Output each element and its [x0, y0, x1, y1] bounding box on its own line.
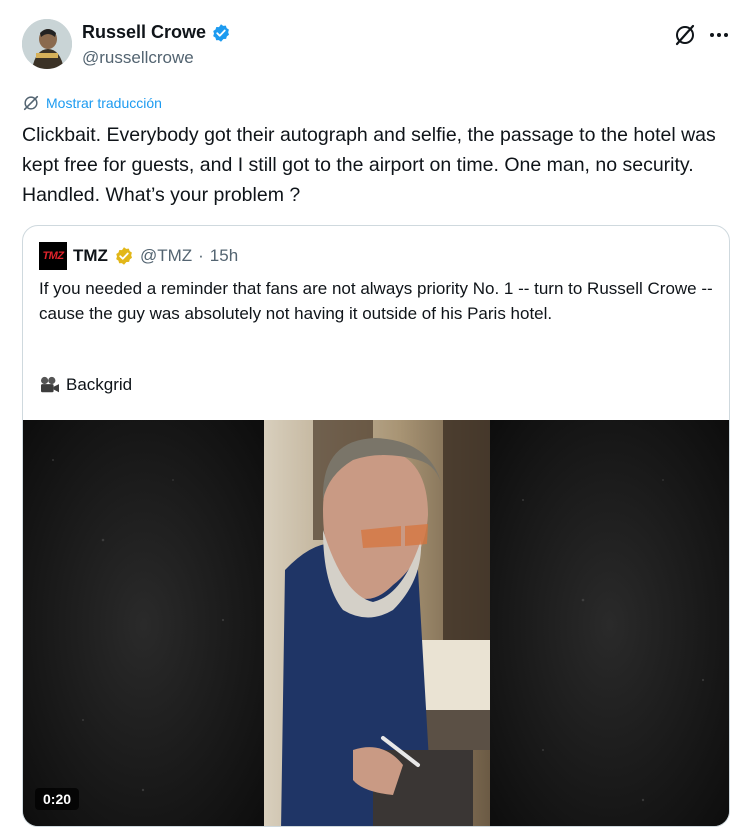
tmz-avatar[interactable]: TMZ: [39, 242, 67, 270]
quoted-tweet[interactable]: TMZ TMZ @TMZ · 15h If you needed a remin…: [22, 225, 730, 827]
avatar-image: [22, 19, 72, 69]
gold-verified-badge-icon: [116, 247, 132, 265]
quoted-tweet-time[interactable]: 15h: [210, 246, 238, 266]
video-thumbnail: [23, 420, 729, 826]
quoted-author-name[interactable]: TMZ: [73, 246, 108, 266]
photo-credit: Backgrid: [39, 375, 132, 395]
meta-separator: ·: [198, 246, 204, 265]
photo-credit-label: Backgrid: [66, 375, 133, 394]
video-player[interactable]: 0:20: [23, 420, 729, 826]
author-name[interactable]: Russell Crowe: [82, 22, 206, 43]
quoted-tweet-text: If you needed a reminder that fans are n…: [39, 279, 713, 323]
show-translation-link[interactable]: Mostrar traducción: [22, 94, 162, 112]
tweet-text: Clickbait. Everybody got their autograph…: [22, 124, 716, 206]
show-translation-label: Mostrar traducción: [46, 95, 162, 111]
quoted-author-handle[interactable]: @TMZ: [140, 246, 192, 266]
verified-badge-icon: [213, 23, 230, 42]
grok-icon[interactable]: [672, 22, 698, 48]
author-avatar[interactable]: [22, 19, 72, 69]
grok-translate-icon: [23, 95, 39, 111]
author-name-row: Russell Crowe: [82, 22, 231, 43]
author-handle[interactable]: @russellcrowe: [82, 48, 194, 68]
more-icon[interactable]: [707, 23, 731, 47]
movie-camera-icon: [41, 376, 59, 393]
quoted-tweet-header: TMZ TMZ @TMZ · 15h: [39, 242, 238, 270]
video-duration: 0:20: [35, 788, 80, 810]
